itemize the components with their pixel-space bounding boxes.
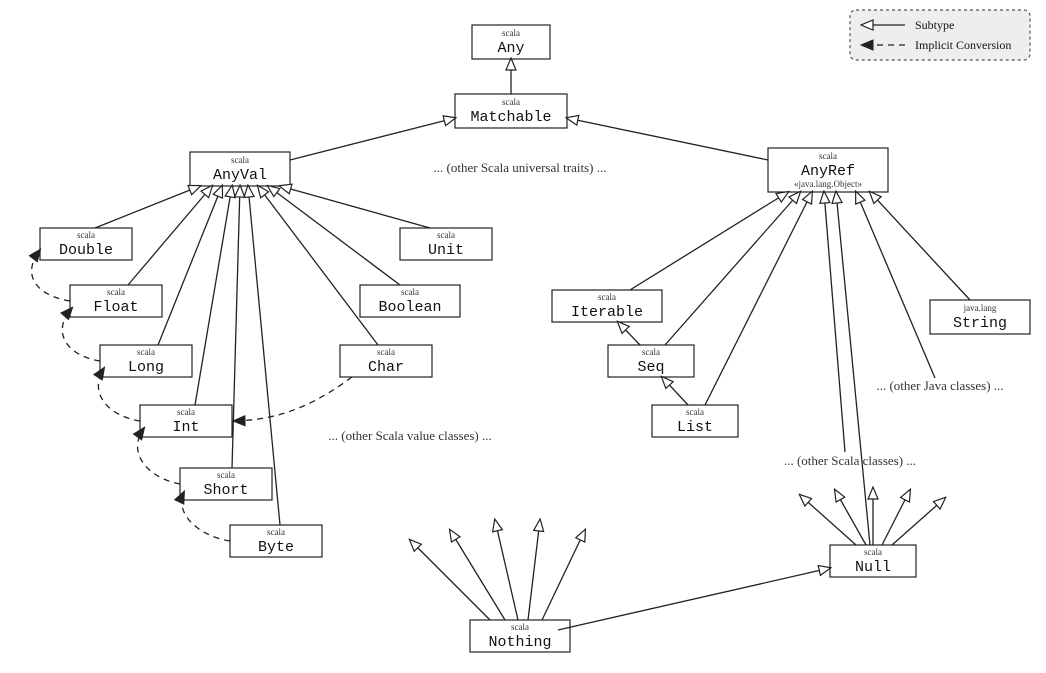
note-universal-traits: ... (other Scala universal traits) ...: [434, 160, 607, 175]
svg-text:Unit: Unit: [428, 242, 464, 259]
note-java-classes: ... (other Java classes) ...: [876, 378, 1003, 393]
svg-text:Float: Float: [93, 299, 138, 316]
node-unit: scala Unit: [400, 228, 492, 260]
node-short: scala Short: [180, 468, 272, 500]
svg-text:Int: Int: [172, 419, 199, 436]
node-matchable: scala Matchable: [455, 94, 567, 128]
svg-text:Null: Null: [855, 559, 891, 576]
svg-text:scala: scala: [231, 155, 249, 165]
svg-text:Nothing: Nothing: [488, 634, 551, 651]
svg-text:AnyVal: AnyVal: [213, 167, 267, 184]
svg-text:scala: scala: [107, 287, 125, 297]
node-boolean: scala Boolean: [360, 285, 460, 317]
svg-text:String: String: [953, 315, 1007, 332]
node-char: scala Char: [340, 345, 432, 377]
svg-text:scala: scala: [502, 97, 520, 107]
svg-text:scala: scala: [137, 347, 155, 357]
node-anyval: scala AnyVal: [190, 152, 290, 186]
legend-subtype-label: Subtype: [915, 18, 954, 32]
svg-text:Seq: Seq: [637, 359, 664, 376]
svg-text:Any: Any: [497, 40, 524, 57]
node-list: scala List: [652, 405, 738, 437]
svg-text:Boolean: Boolean: [378, 299, 441, 316]
svg-text:scala: scala: [642, 347, 660, 357]
svg-text:scala: scala: [864, 547, 882, 557]
svg-text:scala: scala: [177, 407, 195, 417]
node-long: scala Long: [100, 345, 192, 377]
svg-text:scala: scala: [511, 622, 529, 632]
node-nothing: scala Nothing: [470, 620, 570, 652]
node-byte: scala Byte: [230, 525, 322, 557]
svg-text:scala: scala: [819, 151, 837, 161]
legend: Subtype Implicit Conversion: [850, 10, 1030, 60]
svg-text:Short: Short: [203, 482, 248, 499]
svg-text:Char: Char: [368, 359, 404, 376]
svg-text:Long: Long: [128, 359, 164, 376]
node-string: java.lang String: [930, 300, 1030, 334]
node-any: scala Any: [472, 25, 550, 59]
note-value-classes: ... (other Scala value classes) ...: [328, 428, 492, 443]
svg-text:scala: scala: [77, 230, 95, 240]
node-float: scala Float: [70, 285, 162, 317]
svg-text:scala: scala: [377, 347, 395, 357]
node-null: scala Null: [830, 545, 916, 577]
anyref-stereotype: «java.lang.Object»: [794, 179, 862, 189]
svg-text:Matchable: Matchable: [470, 109, 551, 126]
node-anyref: scala AnyRef «java.lang.Object»: [768, 148, 888, 192]
svg-text:java.lang: java.lang: [963, 303, 997, 313]
svg-text:scala: scala: [598, 292, 616, 302]
svg-text:Byte: Byte: [258, 539, 294, 556]
edges-subtype: [95, 59, 970, 630]
scala-type-hierarchy-diagram: Subtype Implicit Conversion scala Any sc…: [0, 0, 1046, 673]
svg-text:scala: scala: [686, 407, 704, 417]
node-iterable: scala Iterable: [552, 290, 662, 322]
node-seq: scala Seq: [608, 345, 694, 377]
svg-text:scala: scala: [437, 230, 455, 240]
svg-text:scala: scala: [267, 527, 285, 537]
svg-text:AnyRef: AnyRef: [801, 163, 855, 180]
legend-implicit-label: Implicit Conversion: [915, 38, 1011, 52]
svg-text:Iterable: Iterable: [571, 304, 643, 321]
svg-text:Double: Double: [59, 242, 113, 259]
svg-text:scala: scala: [502, 28, 520, 38]
node-double: scala Double: [40, 228, 132, 260]
node-int: scala Int: [140, 405, 232, 437]
svg-text:List: List: [677, 419, 713, 436]
note-scala-classes: ... (other Scala classes) ...: [784, 453, 916, 468]
svg-text:scala: scala: [217, 470, 235, 480]
svg-text:scala: scala: [401, 287, 419, 297]
